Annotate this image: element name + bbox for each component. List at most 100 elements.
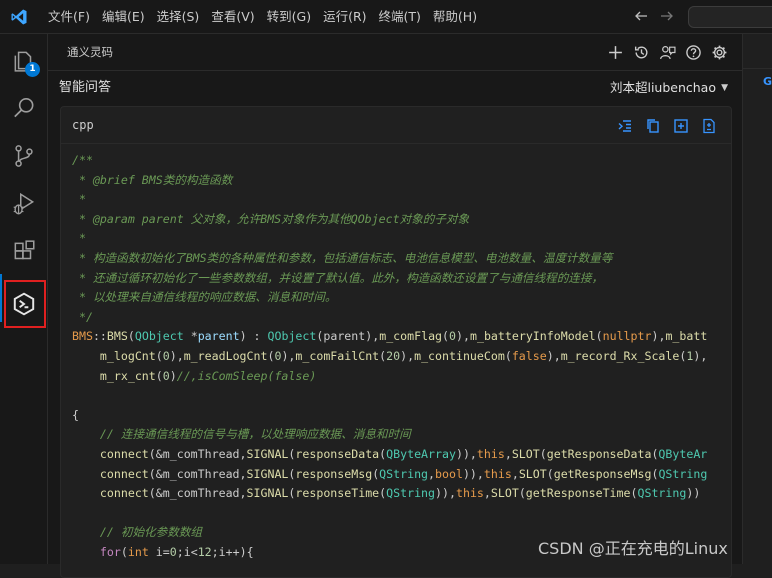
code-token: connect xyxy=(99,486,149,501)
menu-go[interactable]: 转到(G) xyxy=(262,0,316,34)
secondary-editor-strip: G xyxy=(742,34,772,564)
code-line: * 以处理来自通信线程的响应数据、消息和时间。 xyxy=(72,288,718,308)
copy-icon[interactable] xyxy=(645,118,661,134)
run-debug-icon xyxy=(13,192,35,215)
code-token: ), xyxy=(400,348,415,363)
user-name-dropdown[interactable]: 刘本超liubenchao xyxy=(610,71,716,105)
code-token: ) xyxy=(169,368,177,383)
code-token: false xyxy=(511,348,547,363)
code-token: m_comFlag xyxy=(379,329,443,344)
menu-view[interactable]: 查看(V) xyxy=(206,0,259,34)
help-icon[interactable] xyxy=(684,43,702,61)
chevron-down-icon[interactable]: ▼ xyxy=(721,71,728,105)
menu-help[interactable]: 帮助(H) xyxy=(428,0,482,34)
code-token: m_batt xyxy=(665,329,708,344)
code-line: * 还通过循环初始化了一些参数数组，并设置了默认值。此外，构造函数还设置了与通信… xyxy=(72,269,718,289)
code-line: BMS::BMS(QObject *parent) : QObject(pare… xyxy=(72,327,718,347)
source-control-icon xyxy=(15,145,33,167)
explorer-button[interactable]: 1 xyxy=(0,36,48,84)
new-file-icon[interactable] xyxy=(673,118,689,134)
code-token: getResponseMsg xyxy=(553,466,652,481)
code-block: cpp /** * @brief BMS类的构造函数 * * @param pa… xyxy=(60,106,732,578)
code-token: m_record_Rx_Scale xyxy=(560,348,680,363)
code-token: ( xyxy=(155,348,163,363)
code-block-header: cpp xyxy=(61,107,731,144)
code-token: )) xyxy=(686,486,701,501)
code-token: (&m_comThread, xyxy=(148,466,247,481)
menu-edit[interactable]: 编辑(E) xyxy=(97,0,150,34)
code-token: getResponseData xyxy=(546,446,652,461)
code-token: SIGNAL xyxy=(246,486,289,501)
search-button[interactable] xyxy=(0,84,48,132)
code-token: * 以处理来自通信线程的响应数据、消息和时间。 xyxy=(72,290,337,305)
code-token: * @param parent 父对象，允许BMS对象作为其他QObject对象… xyxy=(72,211,470,226)
code-line: connect(&m_comThread,SIGNAL (responseData… xyxy=(72,445,718,465)
menu-selection[interactable]: 选择(S) xyxy=(152,0,205,34)
highlight-box xyxy=(4,280,46,328)
settings-gear-icon[interactable] xyxy=(710,43,728,61)
code-token: , xyxy=(483,486,491,501)
code-token: // 连接通信线程的信号与槽，以处理响应数据、消息和时间 xyxy=(99,427,411,442)
code-token: ( xyxy=(504,348,512,363)
back-arrow-icon[interactable] xyxy=(632,8,650,26)
code-token: * 还通过循环初始化了一些参数数组，并设置了默认值。此外，构造函数还设置了与通信… xyxy=(72,270,604,285)
command-center-search[interactable] xyxy=(688,6,772,28)
source-control-button[interactable] xyxy=(0,132,48,180)
code-token: for xyxy=(99,544,121,559)
user-feedback-icon[interactable] xyxy=(658,43,676,61)
code-token: QString xyxy=(386,486,436,501)
code-token: * xyxy=(183,329,198,344)
code-token: , xyxy=(511,466,519,481)
code-token: QString xyxy=(379,466,429,481)
code-token: SLOT xyxy=(518,466,547,481)
code-token: SIGNAL xyxy=(246,466,289,481)
code-token: ), xyxy=(651,329,666,344)
forward-arrow-icon[interactable] xyxy=(658,8,676,26)
insert-code-icon[interactable] xyxy=(617,118,633,134)
menu-run[interactable]: 运行(R) xyxy=(318,0,371,34)
code-token: , xyxy=(504,446,512,461)
code-token: * 构造函数初始化了BMS类的各种属性和参数，包括通信标志、电池信息模型、电池数… xyxy=(72,250,613,265)
code-token: QObject xyxy=(267,329,317,344)
code-token: m_logCnt xyxy=(99,348,156,363)
code-token: SLOT xyxy=(511,446,540,461)
code-line: // 连接通信线程的信号与槽，以处理响应数据、消息和时间 xyxy=(72,425,718,445)
menu-terminal[interactable]: 终端(T) xyxy=(374,0,426,34)
diff-apply-icon[interactable] xyxy=(701,118,717,134)
panel-header: 通义灵码 xyxy=(48,34,742,70)
code-line: connect(&m_comThread,SIGNAL (responseTime… xyxy=(72,484,718,504)
code-token: , xyxy=(428,466,436,481)
history-icon[interactable] xyxy=(632,43,650,61)
code-line: * xyxy=(72,190,718,210)
code-token: this xyxy=(476,446,505,461)
extensions-button[interactable] xyxy=(0,228,48,276)
code-token: nullptr xyxy=(602,329,652,344)
code-token: SLOT xyxy=(490,486,519,501)
code-token: getResponseTime xyxy=(525,486,631,501)
code-line: * @param parent 父对象，允许BMS对象作为其他QObject对象… xyxy=(72,210,718,230)
code-token: ), xyxy=(281,348,296,363)
run-debug-button[interactable] xyxy=(0,180,48,228)
code-token: ), xyxy=(456,329,470,344)
title-bar: 文件(F) 编辑(E) 选择(S) 查看(V) 转到(G) 运行(R) 终端(T… xyxy=(0,0,772,34)
code-token: m_readLogCnt xyxy=(183,348,268,363)
code-token: 12 xyxy=(197,544,212,559)
editor-tab-glyph[interactable]: G xyxy=(763,75,772,88)
code-line: /** xyxy=(72,151,718,171)
new-chat-icon[interactable] xyxy=(606,43,624,61)
code-token: )), xyxy=(455,446,477,461)
code-line: m_rx_cnt(0)//,isComSleep(false) xyxy=(72,367,718,387)
code-token: ;i< xyxy=(176,544,198,559)
code-token: ;i++){ xyxy=(211,544,254,559)
code-token: :: xyxy=(92,329,107,344)
code-token: SIGNAL xyxy=(246,446,289,461)
menu-file[interactable]: 文件(F) xyxy=(43,0,95,34)
code-line: m_logCnt(0),m_readLogCnt(0),m_comFailCnt… xyxy=(72,347,718,367)
code-line: * 构造函数初始化了BMS类的各种属性和参数，包括通信标志、电池信息模型、电池数… xyxy=(72,249,718,269)
code-token: int xyxy=(127,544,149,559)
